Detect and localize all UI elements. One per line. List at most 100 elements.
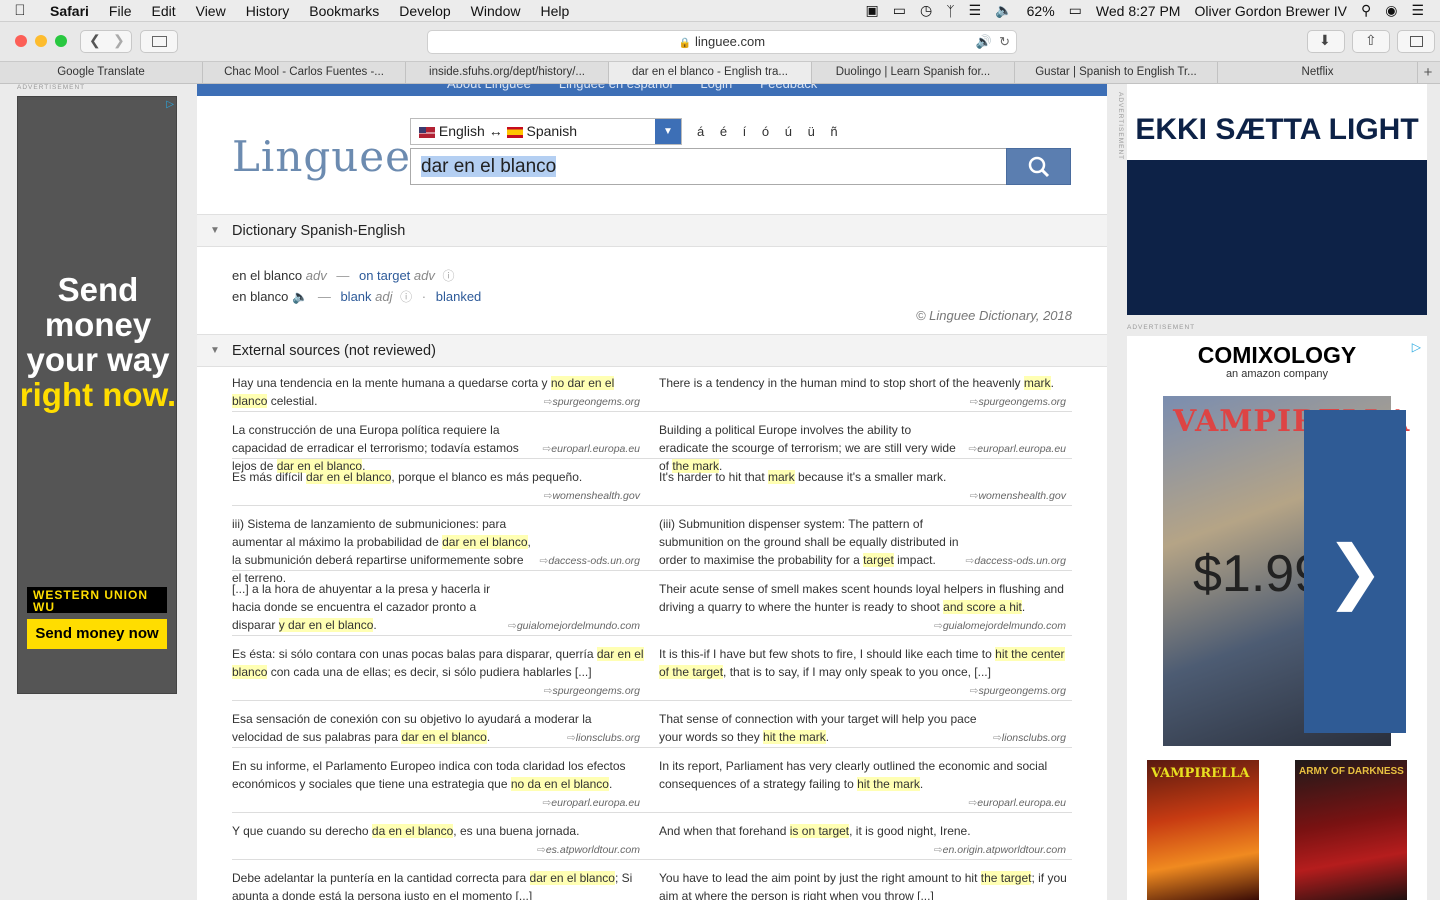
nav-feedback[interactable]: Feedback: [760, 84, 817, 96]
tab-chac-mool[interactable]: Chac Mool - Carlos Fuentes -...: [203, 62, 406, 84]
language-pair-select[interactable]: English ↔ Spanish ▼: [410, 118, 682, 145]
search-input[interactable]: dar en el blanco: [410, 148, 1006, 185]
close-window-button[interactable]: [15, 35, 27, 47]
notification-center-icon[interactable]: ☰: [1411, 2, 1424, 19]
downloads-button[interactable]: ⬇: [1307, 30, 1345, 53]
source-link-en[interactable]: europarl.europa.eu: [968, 440, 1066, 458]
share-button[interactable]: ⇧: [1352, 30, 1390, 53]
source-link-en[interactable]: womenshealth.gov: [970, 487, 1066, 505]
apple-menu-icon[interactable]: : [0, 2, 40, 19]
external-sources-header[interactable]: ▼ External sources (not reviewed): [197, 334, 1107, 367]
dict-term[interactable]: en el blanco: [232, 268, 302, 283]
menu-window[interactable]: Window: [461, 3, 531, 19]
menu-view[interactable]: View: [186, 3, 236, 19]
nav-login[interactable]: Login: [700, 84, 732, 96]
adchoices-icon[interactable]: ▷: [166, 99, 174, 110]
source-link-es[interactable]: womenshealth.gov: [544, 487, 640, 505]
source-link-es[interactable]: lionsclubs.org: [567, 729, 640, 747]
wifi-icon[interactable]: ☰: [969, 2, 982, 19]
linguee-logo[interactable]: Linguee: [232, 132, 411, 181]
tab-sfuhs[interactable]: inside.sfuhs.org/dept/history/...: [406, 62, 609, 84]
speaker-icon[interactable]: 🔈: [292, 289, 308, 304]
menu-develop[interactable]: Develop: [389, 3, 460, 19]
siri-icon[interactable]: ◉: [1385, 2, 1397, 19]
back-forward-buttons[interactable]: ❮ ❯: [80, 30, 132, 53]
audio-playing-icon[interactable]: 🔊: [976, 31, 992, 53]
source-link-es[interactable]: spurgeongems.org: [544, 393, 640, 411]
menu-bookmarks[interactable]: Bookmarks: [299, 3, 389, 19]
address-bar[interactable]: 🔒 linguee.com 🔊 ↻: [427, 30, 1017, 54]
source-link-en[interactable]: en.origin.atpworldtour.com: [934, 841, 1066, 859]
share-icon: ⇧: [1365, 32, 1377, 48]
new-tab-button[interactable]: +: [1418, 62, 1438, 83]
dropdown-arrow-icon[interactable]: ▼: [655, 119, 681, 144]
tab-google-translate[interactable]: Google Translate: [0, 62, 203, 84]
comixology-ad[interactable]: ▷ COMIXOLOGY an amazon company VAMPIRELL…: [1127, 336, 1427, 900]
source-link-es[interactable]: es.atpworldtour.com: [537, 841, 640, 859]
menu-file[interactable]: File: [99, 3, 142, 19]
status-app-icon[interactable]: ▣: [866, 2, 879, 19]
battery-icon[interactable]: ▭: [1069, 2, 1082, 19]
dict-translation[interactable]: on target: [359, 268, 410, 283]
spotlight-icon[interactable]: ⚲: [1361, 2, 1371, 19]
source-link-en[interactable]: spurgeongems.org: [970, 393, 1066, 411]
source-link-en[interactable]: lionsclubs.org: [993, 729, 1066, 747]
next-arrow-button[interactable]: ❯: [1304, 410, 1406, 733]
reload-icon[interactable]: ↻: [999, 31, 1010, 53]
dictionary-section-header[interactable]: ▼ Dictionary Spanish-English: [197, 214, 1107, 247]
user-name[interactable]: Oliver Gordon Brewer IV: [1194, 3, 1347, 19]
source-link-en[interactable]: daccess-ods.un.org: [966, 552, 1066, 570]
search-query: dar en el blanco: [421, 156, 557, 177]
send-money-button[interactable]: Send money now: [27, 619, 167, 649]
chevron-right-icon[interactable]: ❯: [113, 32, 125, 49]
volume-icon[interactable]: 🔈: [995, 2, 1012, 19]
special-characters[interactable]: á é í ó ú ü ñ: [697, 124, 844, 139]
source-link-es[interactable]: europarl.europa.eu: [542, 794, 640, 812]
dict-translation-extra[interactable]: blanked: [436, 289, 482, 304]
tab-gustar[interactable]: Gustar | Spanish to English Tr...: [1015, 62, 1218, 84]
tab-duolingo[interactable]: Duolingo | Learn Spanish for...: [812, 62, 1015, 84]
chevron-left-icon[interactable]: ❮: [89, 32, 101, 49]
menu-history[interactable]: History: [236, 3, 300, 19]
lock-icon: 🔒: [678, 38, 692, 49]
minimize-window-button[interactable]: [35, 35, 47, 47]
info-icon[interactable]: ⓘ: [439, 269, 455, 283]
sidebar-toggle-button[interactable]: [140, 30, 178, 53]
example-es: La construcción de una Europa política r…: [232, 423, 519, 473]
source-link-es[interactable]: guialomejordelmundo.com: [508, 617, 640, 635]
collapse-triangle-icon[interactable]: ▼: [210, 335, 220, 367]
source-link-en[interactable]: spurgeongems.org: [970, 682, 1066, 700]
airplay-icon[interactable]: ▭: [893, 2, 906, 19]
ad-label-vertical: ADVERTISEMENT: [1117, 92, 1124, 161]
tab-linguee[interactable]: dar en el blanco - English tra...: [609, 62, 812, 84]
info-icon[interactable]: ⓘ: [396, 290, 412, 304]
comic-thumbnail-2[interactable]: ARMY OF DARKNESS: [1295, 760, 1407, 900]
tab-overview-button[interactable]: [1397, 30, 1435, 53]
dictionary-copyright: © Linguee Dictionary, 2018: [915, 308, 1072, 323]
source-link-es[interactable]: spurgeongems.org: [544, 682, 640, 700]
western-union-ad[interactable]: ▷ Send money your way right now. WESTERN…: [17, 96, 177, 694]
menu-help[interactable]: Help: [530, 3, 579, 19]
dict-translation[interactable]: blank: [340, 289, 371, 304]
comic-thumbnail-1[interactable]: VAMPIRELLA: [1147, 760, 1259, 900]
clock[interactable]: Wed 8:27 PM: [1096, 3, 1181, 19]
source-link-en[interactable]: guialomejordelmundo.com: [934, 617, 1066, 635]
comic-cover-image[interactable]: VAMPIRELLA $1.99 ❯: [1163, 396, 1409, 746]
bluetooth-icon[interactable]: ᛉ: [946, 3, 954, 19]
collapse-triangle-icon[interactable]: ▼: [210, 215, 220, 247]
zoom-window-button[interactable]: [55, 35, 67, 47]
search-button[interactable]: [1006, 148, 1071, 185]
source-link-es[interactable]: daccess-ods.un.org: [540, 552, 640, 570]
time-machine-icon[interactable]: ◷: [920, 2, 932, 19]
dict-term[interactable]: en blanco: [232, 289, 288, 304]
example-en: In its report, Parliament has very clear…: [659, 759, 1048, 791]
source-link-en[interactable]: europarl.europa.eu: [968, 794, 1066, 812]
tab-netflix[interactable]: Netflix: [1218, 62, 1418, 84]
nav-about[interactable]: About Linguee: [447, 84, 531, 96]
nav-espanol[interactable]: Linguee en español: [559, 84, 673, 96]
ekki-saetta-ad[interactable]: EKKI SÆTTA LIGHT: [1127, 84, 1427, 315]
menu-app-name[interactable]: Safari: [40, 3, 99, 19]
battery-percent[interactable]: 62%: [1027, 3, 1055, 19]
menu-edit[interactable]: Edit: [141, 3, 185, 19]
source-link-es[interactable]: europarl.europa.eu: [542, 440, 640, 458]
